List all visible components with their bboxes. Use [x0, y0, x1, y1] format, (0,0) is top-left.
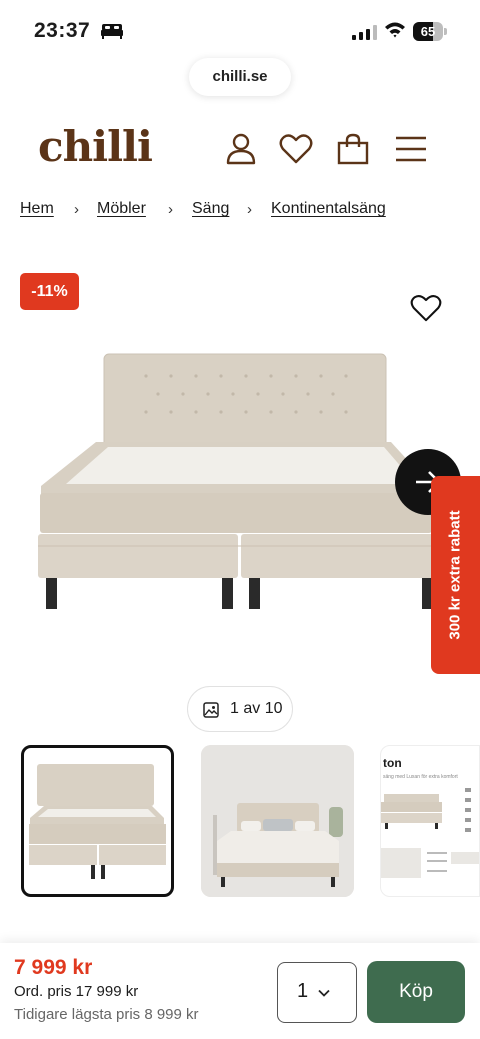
user-icon[interactable]	[224, 132, 258, 166]
ordinary-price: Ord. pris 17 999 kr	[14, 983, 139, 1000]
image-counter-text: 1 av 10	[230, 700, 283, 717]
quantity-value: 1	[297, 980, 309, 1002]
breadcrumb-item-kontinentalsang[interactable]: Kontinentalsäng	[271, 200, 386, 218]
battery-icon: 65	[413, 22, 447, 41]
image-icon	[203, 702, 219, 718]
breadcrumb-item-hem[interactable]: Hem	[20, 200, 54, 218]
site-logo[interactable]: chilli	[38, 122, 153, 171]
lowest-price: Tidigare lägsta pris 8 999 kr	[14, 1006, 199, 1023]
breadcrumb: Hem › Möbler › Säng › Kontinentalsäng	[20, 200, 480, 222]
bed-icon	[101, 24, 123, 39]
buy-button[interactable]: Köp	[367, 961, 465, 1023]
product-image[interactable]	[36, 350, 448, 612]
battery-percent: 65	[420, 24, 436, 39]
breadcrumb-item-sang[interactable]: Säng	[192, 200, 229, 218]
signal-icon	[352, 24, 377, 40]
breadcrumb-item-mobler[interactable]: Möbler	[97, 200, 146, 218]
menu-icon[interactable]	[394, 132, 428, 166]
breadcrumb-separator: ›	[247, 201, 252, 218]
thumbnail-3-title: ton	[383, 756, 402, 770]
heart-icon[interactable]	[279, 132, 313, 166]
breadcrumb-separator: ›	[168, 201, 173, 218]
promo-tab[interactable]: 300 kr extra rabatt	[431, 476, 480, 674]
status-time: 23:37	[34, 19, 91, 42]
thumbnail-3-subtitle: säng med Luxan för extra komfort	[383, 774, 458, 780]
thumbnail-3[interactable]: ton säng med Luxan för extra komfort	[380, 745, 480, 897]
status-bar: 23:37 65	[0, 0, 480, 60]
bag-icon[interactable]	[336, 132, 370, 166]
quantity-select[interactable]: 1	[277, 962, 357, 1023]
promo-tab-label: 300 kr extra rabatt	[446, 510, 464, 640]
discount-badge: -11%	[20, 273, 79, 310]
wishlist-heart-icon[interactable]	[410, 293, 442, 323]
url-bar[interactable]: chilli.se	[189, 58, 291, 96]
image-counter[interactable]: 1 av 10	[187, 686, 293, 732]
wifi-icon	[385, 22, 405, 38]
breadcrumb-separator: ›	[74, 201, 79, 218]
purchase-bar: 7 999 kr Ord. pris 17 999 kr Tidigare lä…	[0, 943, 480, 1039]
chevron-down-icon	[318, 989, 330, 997]
thumbnail-1[interactable]	[21, 745, 174, 897]
thumbnail-2[interactable]	[201, 745, 354, 897]
current-price: 7 999 kr	[14, 956, 93, 979]
